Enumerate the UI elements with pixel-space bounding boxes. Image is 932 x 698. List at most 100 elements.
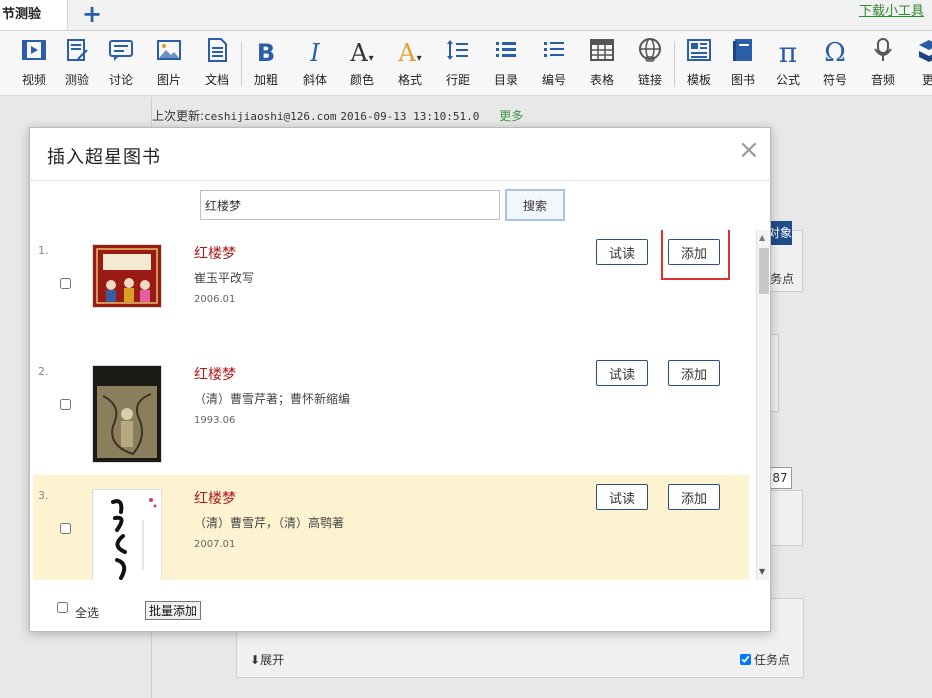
select-all-checkbox[interactable] [57,602,68,613]
background-panel [770,490,803,546]
book-author: （清）曹雪芹著；曹怀新缩编 [194,392,351,406]
toolbar-video-button[interactable]: 视频 [14,37,54,88]
close-icon[interactable]: × [738,137,760,163]
toolbar-book-button[interactable]: 图书 [723,37,763,88]
toolbar-link-button[interactable]: 链接 [630,37,670,88]
editor-toolbar: 视频 测验 讨论 图片 文档 B 加粗 I 斜体 A▾ 颜色 A▾ 格式 行距 … [0,31,932,96]
template-icon [679,37,719,69]
toolbar-bold-button[interactable]: B 加粗 [246,37,286,88]
toolbar-discussion-button[interactable]: 讨论 [101,37,141,88]
book-cover-image [92,489,162,580]
scrollbar-thumb[interactable] [759,248,769,294]
document-icon [197,37,237,69]
toolbar-quiz-button[interactable]: 测验 [57,37,97,88]
toolbar-image-button[interactable]: 图片 [149,37,189,88]
insert-book-dialog: 插入超星图书 × 搜索 1. 红楼梦 崔玉平改写 2006.01 试读 [29,127,771,632]
tab-section-quiz[interactable]: 节测验 [0,0,68,30]
background-task-point-check[interactable]: 任务点 [740,651,790,668]
tab-bar: 节测验 + 下载小工具 [0,0,932,31]
toolbar-separator [674,41,675,87]
background-expand-toggle[interactable]: ⬇展开 [250,651,284,668]
try-read-button[interactable]: 试读 [596,484,648,510]
expand-arrow-icon: ⬇ [250,653,261,667]
book-title[interactable]: 红楼梦 [194,364,236,384]
toolbar-document-button[interactable]: 文档 [197,37,237,88]
search-results-list: 1. 红楼梦 崔玉平改写 2006.01 试读 添加 2. 红楼梦 （清）曹雪芹… [33,230,769,580]
highlight-annotation [661,230,730,280]
more-icon [908,37,932,69]
formula-icon: π [778,36,798,69]
line-spacing-icon [438,37,478,69]
book-icon [723,37,763,69]
try-read-button[interactable]: 试读 [596,360,648,386]
bold-icon: B [256,39,276,67]
format-icon: A▾ [398,39,422,67]
toolbar-numbering-button[interactable]: 编号 [534,37,574,88]
book-cover-image [92,244,162,308]
book-author: （清）曹雪芹，（清）高鹗著 [194,516,345,530]
result-rank: 1. [38,244,49,257]
result-item: 2. 红楼梦 （清）曹雪芹著；曹怀新缩编 1993.06 试读 添加 [33,351,749,469]
result-rank: 2. [38,365,49,378]
batch-add-button[interactable]: 批量添加 [145,601,201,620]
add-book-button[interactable]: 添加 [668,360,720,386]
toolbar-separator [241,41,242,87]
toolbar-format-button[interactable]: A▾ 格式 [390,37,430,88]
toolbar-line-spacing-button[interactable]: 行距 [438,37,478,88]
background-panel [770,334,779,412]
last-updated-timestamp: 2016-09-13 13:10:51.0 [340,110,480,123]
download-tool-link[interactable]: 下载小工具 [859,0,924,19]
dialog-title: 插入超星图书 [47,147,161,168]
result-checkbox[interactable] [60,278,71,289]
task-point-checkbox[interactable] [740,654,751,665]
numbered-list-icon [534,37,574,69]
select-all-label: 全选 [75,606,100,620]
more-link[interactable]: 更多 [499,109,523,123]
add-tab-button[interactable]: + [80,1,104,27]
scroll-down-icon[interactable]: ▼ [759,567,765,576]
toolbar-symbol-button[interactable]: Ω 符号 [815,37,855,88]
font-color-icon: A▾ [350,39,374,67]
audio-icon [863,37,903,69]
link-icon [630,37,670,69]
italic-icon: I [310,39,320,67]
toolbar-template-button[interactable]: 模板 [679,37,719,88]
toc-icon [486,37,526,69]
toolbar-audio-button[interactable]: 音频 [863,37,903,88]
toolbar-more-button[interactable]: 更 [908,37,932,88]
book-date: 1993.06 [194,415,236,426]
background-task-point-label: 务点 [770,272,795,286]
result-item-highlighted: 3. 红楼梦 （清）曹雪芹，（清）高鹗著 2007.01 试读 添加 [33,475,749,580]
quiz-icon [57,37,97,69]
book-author: 崔玉平改写 [194,271,255,285]
dialog-divider [30,180,770,181]
background-number-field[interactable]: 87 [768,467,792,489]
try-read-button[interactable]: 试读 [596,239,648,265]
add-book-button[interactable]: 添加 [668,484,720,510]
symbol-icon: Ω [824,38,846,68]
last-updated-account: ceshijiaoshi@126.com [204,110,337,123]
book-search-input[interactable] [200,190,500,220]
toolbar-toc-button[interactable]: 目录 [486,37,526,88]
result-item: 1. 红楼梦 崔玉平改写 2006.01 试读 添加 [33,230,749,348]
result-checkbox[interactable] [60,399,71,410]
video-icon [14,37,54,69]
book-date: 2007.01 [194,539,236,550]
table-icon [582,37,622,69]
scroll-up-icon[interactable]: ▲ [759,233,765,242]
toolbar-italic-button[interactable]: I 斜体 [295,37,335,88]
result-checkbox[interactable] [60,523,71,534]
book-title[interactable]: 红楼梦 [194,488,236,508]
toolbar-color-button[interactable]: A▾ 颜色 [342,37,382,88]
results-scrollbar[interactable]: ▲ ▼ [756,230,769,580]
image-icon [149,37,189,69]
book-title[interactable]: 红楼梦 [194,243,236,263]
discussion-icon [101,37,141,69]
book-cover-image [92,365,162,463]
toolbar-table-button[interactable]: 表格 [582,37,622,88]
book-date: 2006.01 [194,294,236,305]
search-button[interactable]: 搜索 [505,189,565,221]
toolbar-formula-button[interactable]: π 公式 [768,37,808,88]
background-object-button[interactable]: 对象 [768,221,792,245]
last-updated-info: 上次更新:ceshijiaoshi@126.com 2016-09-13 13:… [152,109,524,123]
